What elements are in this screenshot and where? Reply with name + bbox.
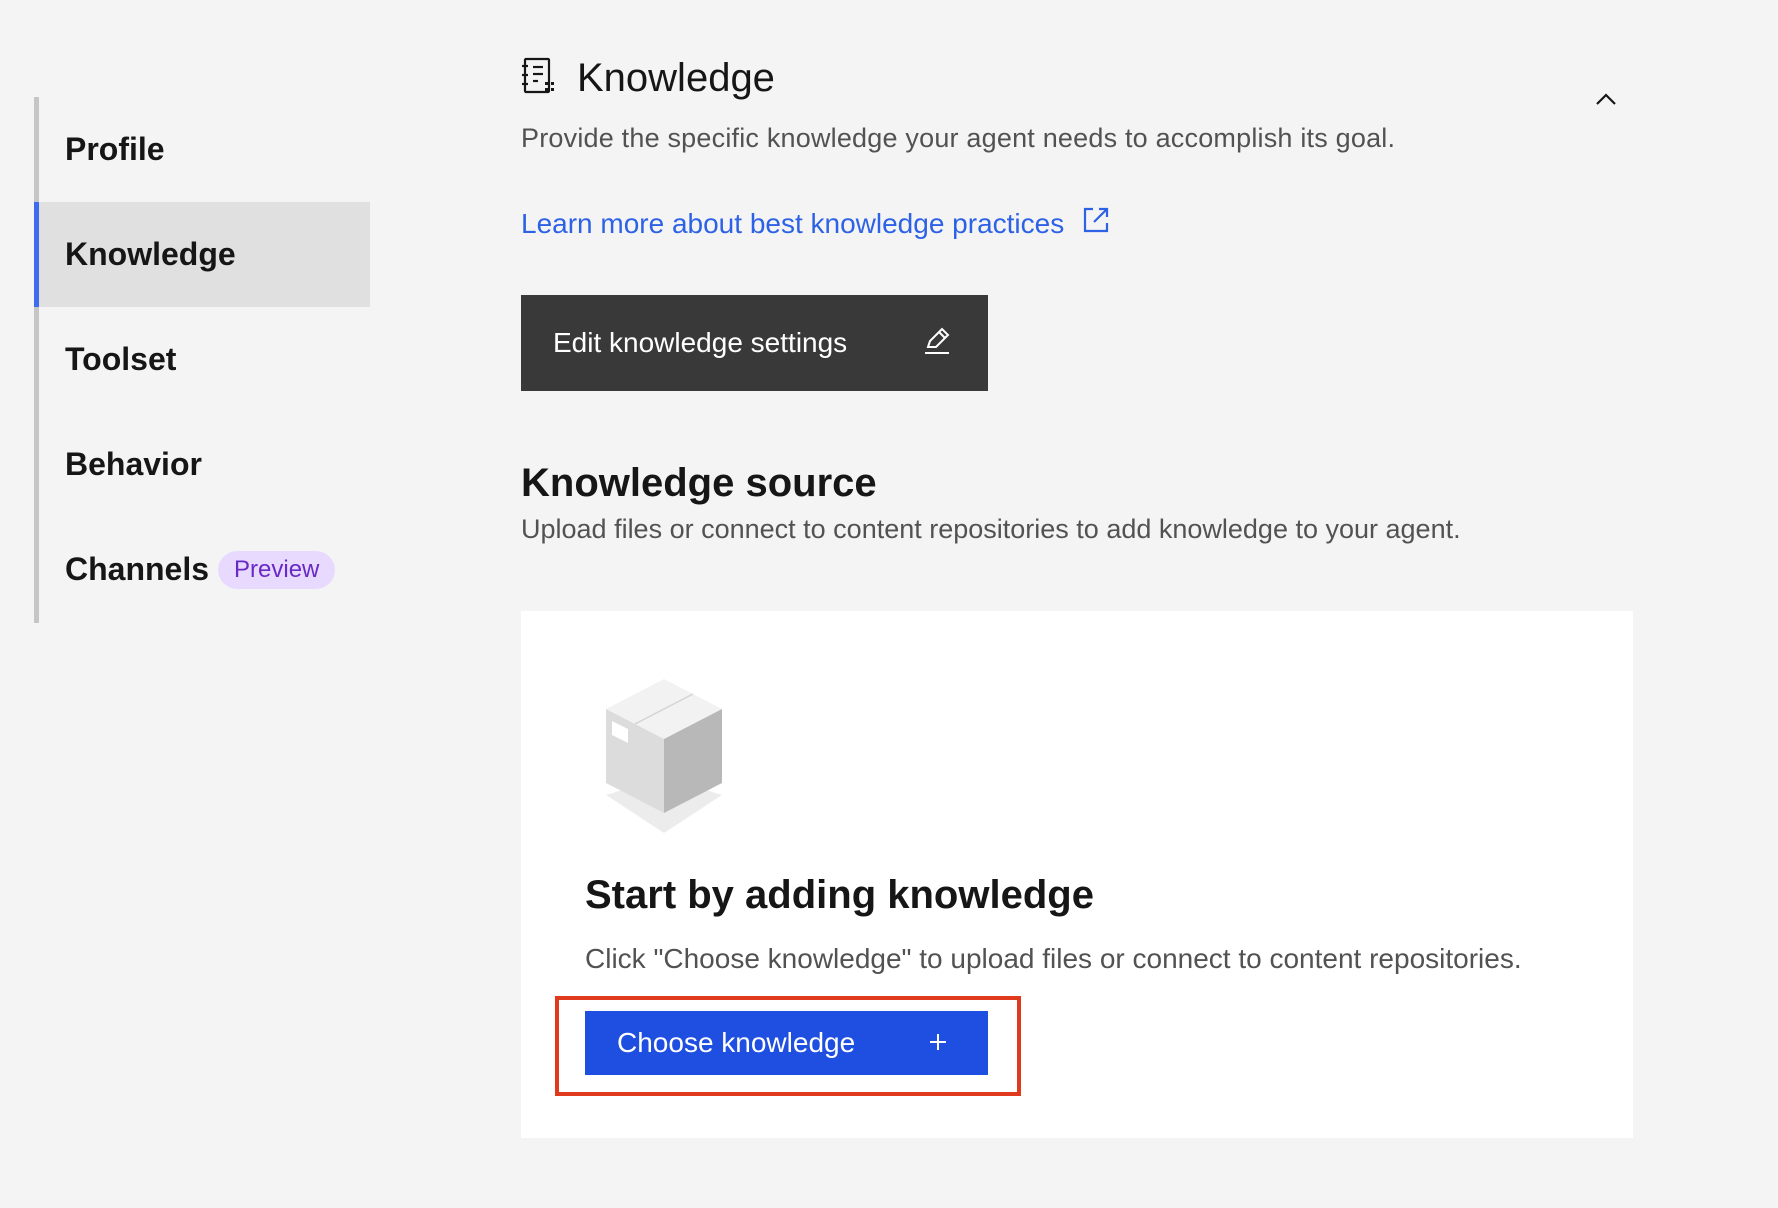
preview-tag: Preview [218,550,336,589]
sidebar-item-label: Behavior [65,446,202,482]
sidebar-nav: Profile Knowledge Toolset Behavior Chann… [34,97,370,623]
section-header: Knowledge [521,56,1633,101]
sidebar-item-label: Profile [65,131,165,167]
sidebar-item-label: Knowledge [65,236,236,272]
empty-state-title: Start by adding knowledge [585,873,1094,917]
box-icon [604,677,724,842]
sidebar-item-profile[interactable]: Profile [39,97,370,202]
collapse-button[interactable] [1591,86,1621,116]
section-description: Provide the specific knowledge your agen… [521,123,1396,153]
document-list-icon [521,56,577,101]
knowledge-section: Knowledge Provide the specific knowledge… [521,56,1633,544]
agent-config-page: Profile Knowledge Toolset Behavior Chann… [0,0,1778,1208]
sidebar-item-label: Channels [65,551,210,587]
sidebar-item-behavior[interactable]: Behavior [39,412,370,517]
edit-knowledge-settings-button[interactable]: Edit knowledge settings [521,295,988,391]
empty-state-description: Click "Choose knowledge" to upload files… [585,943,1522,974]
external-link-icon [1064,206,1110,241]
edit-button-label: Edit knowledge settings [553,327,848,358]
sidebar-item-channels[interactable]: Channels Preview [39,517,370,622]
section-title: Knowledge [577,56,775,100]
choose-button-label: Choose knowledge [617,1027,856,1058]
sidebar-item-knowledge[interactable]: Knowledge [34,202,370,307]
knowledge-source-title: Knowledge source [521,461,877,505]
empty-state-card: Start by adding knowledge Click "Choose … [521,611,1633,1138]
knowledge-source-description: Upload files or connect to content repos… [521,514,1461,544]
chevron-up-icon [1595,92,1617,111]
pencil-icon [922,325,952,362]
plus-icon [928,1027,948,1059]
sidebar-item-toolset[interactable]: Toolset [39,307,370,412]
learn-more-label: Learn more about best knowledge practice… [521,207,1065,239]
sidebar-item-label: Toolset [65,341,177,377]
learn-more-link[interactable]: Learn more about best knowledge practice… [521,206,1110,241]
choose-knowledge-button[interactable]: Choose knowledge [585,1011,988,1075]
